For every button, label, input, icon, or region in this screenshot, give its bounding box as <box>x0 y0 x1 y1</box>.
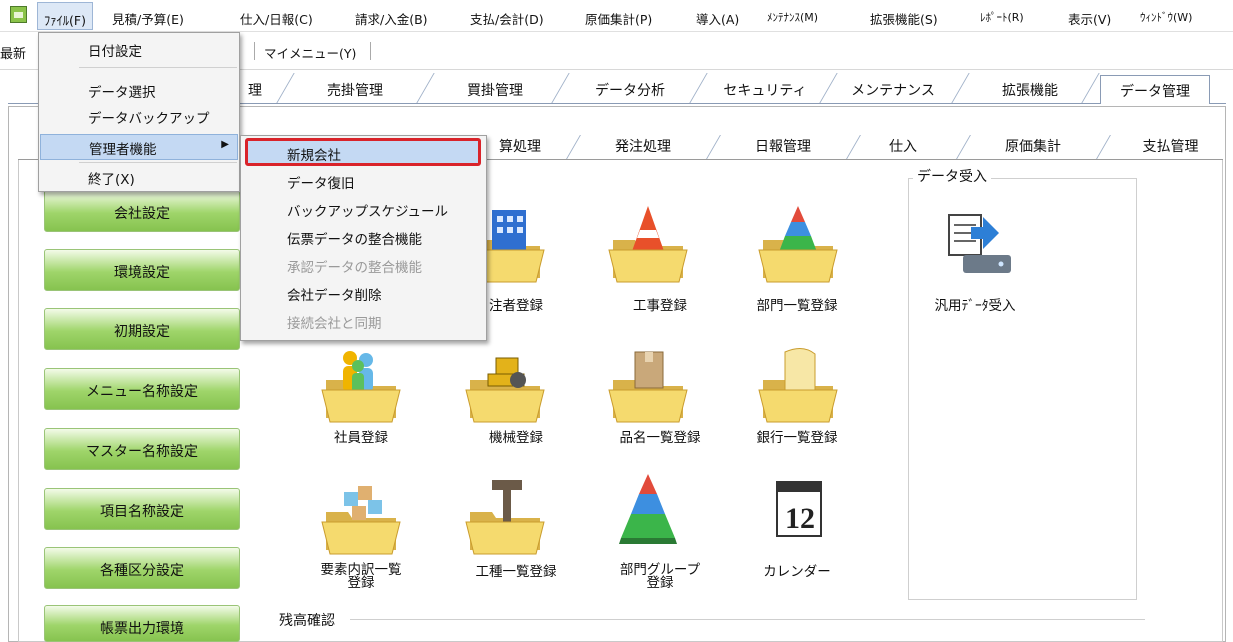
tab-separator <box>956 135 971 159</box>
balance-divider <box>350 619 1145 620</box>
submenu-sync-connected-company: 接続会社と同期 <box>287 316 382 332</box>
submenu-data-restore[interactable]: データ復旧 <box>287 172 355 192</box>
tab-separator <box>551 73 570 103</box>
work-type-folder-icon[interactable] <box>462 472 548 558</box>
toolbar-divider <box>254 42 255 60</box>
tab-extensions[interactable]: 拡張機能 <box>975 75 1085 104</box>
tab-daily-report[interactable]: 日報管理 <box>728 136 838 159</box>
employee-folder-icon[interactable] <box>318 340 404 426</box>
menu-bar: ﾌｧｲﾙ(F) 見積/予算(E) 仕入/日報(C) 請求/入金(B) 支払/会計… <box>0 0 1233 32</box>
tab-data-management[interactable]: データ管理 <box>1100 75 1210 104</box>
master-name-settings-button[interactable]: マスター名称設定 <box>44 428 240 470</box>
tab-data-analysis[interactable]: データ分析 <box>570 75 690 104</box>
machine-folder-icon[interactable] <box>462 340 548 426</box>
tab-separator <box>566 135 581 159</box>
submenu-arrow-icon: ▶ <box>221 139 229 150</box>
tab-order[interactable]: 発注処理 <box>588 136 698 159</box>
employee-registration-label: 社員登録 <box>334 430 388 446</box>
balance-check-title: 残高確認 <box>279 613 335 629</box>
calendar-label: カレンダー <box>763 564 831 580</box>
department-list-label: 部門一覧登録 <box>756 298 838 314</box>
menu-item-date-settings[interactable]: 日付設定 <box>40 37 238 63</box>
menu-purchase[interactable]: 仕入/日報(C) <box>240 9 313 28</box>
menu-report[interactable]: ﾚﾎﾟｰﾄ(R) <box>980 9 1024 25</box>
company-settings-button[interactable]: 会社設定 <box>44 190 240 232</box>
data-import-icon[interactable] <box>935 205 1021 291</box>
menu-item-admin-functions[interactable]: 管理者機能 ▶ <box>40 134 238 160</box>
menu-view[interactable]: 表示(V) <box>1068 9 1111 28</box>
menu-separator <box>79 162 237 163</box>
tab-payables[interactable]: 買掛管理 <box>440 75 550 104</box>
submenu-delete-company-data[interactable]: 会社データ削除 <box>287 284 382 304</box>
bank-list-label: 銀行一覧登録 <box>756 430 838 446</box>
menu-payment[interactable]: 支払/会計(D) <box>470 9 544 28</box>
tab-cost-summary[interactable]: 原価集計 <box>978 136 1088 159</box>
toolbar-divider <box>370 42 371 60</box>
menu-extensions[interactable]: 拡張機能(S) <box>870 9 938 28</box>
generic-data-import-label: 汎用ﾃﾞｰﾀ受入 <box>934 298 1016 314</box>
element-breakdown-label: 要素内訳一覧 登録 <box>320 562 402 591</box>
tab-separator <box>276 73 295 103</box>
tab-payment-management[interactable]: 支払管理 <box>1118 136 1223 159</box>
tab-purchase[interactable]: 仕入 <box>868 136 938 159</box>
construction-folder-icon[interactable] <box>605 200 691 286</box>
machine-registration-label: 機械登録 <box>489 430 543 446</box>
department-folder-icon[interactable] <box>755 200 841 286</box>
tab-separator <box>1096 135 1111 159</box>
menu-item-data-select[interactable]: データ選択 <box>40 78 238 104</box>
menu-setup[interactable]: 導入(A) <box>696 9 739 28</box>
admin-functions-label: 管理者機能 <box>89 142 157 158</box>
bank-folder-icon[interactable] <box>755 340 841 426</box>
item-name-settings-button[interactable]: 項目名称設定 <box>44 488 240 530</box>
menu-item-exit[interactable]: 終了(X) <box>40 165 238 191</box>
tab-maintenance[interactable]: メンテナンス <box>832 75 954 104</box>
recent-label[interactable]: 最新 <box>0 43 26 62</box>
svg-text:12: 12 <box>785 502 815 535</box>
construction-registration-label: 工事登録 <box>633 298 687 314</box>
submenu-approval-consistency: 承認データの整合機能 <box>287 260 422 276</box>
data-import-title: データ受入 <box>913 166 991 186</box>
element-breakdown-folder-icon[interactable] <box>318 472 404 558</box>
tab-separator <box>416 73 435 103</box>
tab-separator <box>846 135 861 159</box>
submenu-voucher-consistency[interactable]: 伝票データの整合機能 <box>287 228 422 248</box>
menu-separator <box>79 67 237 68</box>
app-icon[interactable] <box>10 6 27 23</box>
admin-submenu: 新規会社 データ復旧 バックアップスケジュール 伝票データの整合機能 承認データ… <box>240 135 487 341</box>
menu-maintenance[interactable]: ﾒﾝﾃﾅﾝｽ(M) <box>767 9 818 25</box>
department-group-icon[interactable] <box>605 470 691 556</box>
menu-billing[interactable]: 請求/入金(B) <box>355 9 428 28</box>
tab-settlement[interactable]: 算処理 <box>480 136 560 159</box>
department-group-label: 部門グループ 登録 <box>619 562 701 591</box>
environment-settings-button[interactable]: 環境設定 <box>44 249 240 291</box>
tab-security[interactable]: セキュリティ <box>705 75 825 104</box>
work-type-list-label: 工種一覧登録 <box>475 564 557 580</box>
mymenu-button[interactable]: マイメニュー(Y) <box>264 43 356 62</box>
tab-separator <box>706 135 721 159</box>
tab-receivables[interactable]: 売掛管理 <box>300 75 410 104</box>
product-list-label: 品名一覧登録 <box>619 430 701 446</box>
file-menu-dropdown: 日付設定 データ選択 データバックアップ 管理者機能 ▶ 終了(X) <box>38 32 240 192</box>
report-output-button[interactable]: 帳票出力環境 <box>44 605 240 642</box>
tab-management[interactable]: 理 <box>240 75 270 104</box>
menu-window[interactable]: ｳｨﾝﾄﾞｳ(W) <box>1140 9 1192 25</box>
menu-estimate[interactable]: 見積/予算(E) <box>112 9 184 28</box>
submenu-backup-schedule[interactable]: バックアップスケジュール <box>287 200 448 220</box>
menu-item-data-backup[interactable]: データバックアップ <box>40 104 238 130</box>
menu-file[interactable]: ﾌｧｲﾙ(F) <box>37 2 93 30</box>
new-company-highlight <box>245 138 481 166</box>
menu-cost[interactable]: 原価集計(P) <box>585 9 652 28</box>
product-folder-icon[interactable] <box>605 340 691 426</box>
tab-separator <box>951 73 970 103</box>
submenu-new-company[interactable]: 新規会社 <box>287 144 341 164</box>
initial-settings-button[interactable]: 初期設定 <box>44 308 240 350</box>
category-settings-button[interactable]: 各種区分設定 <box>44 547 240 589</box>
calendar-icon[interactable]: 12 <box>755 470 841 556</box>
menu-name-settings-button[interactable]: メニュー名称設定 <box>44 368 240 410</box>
